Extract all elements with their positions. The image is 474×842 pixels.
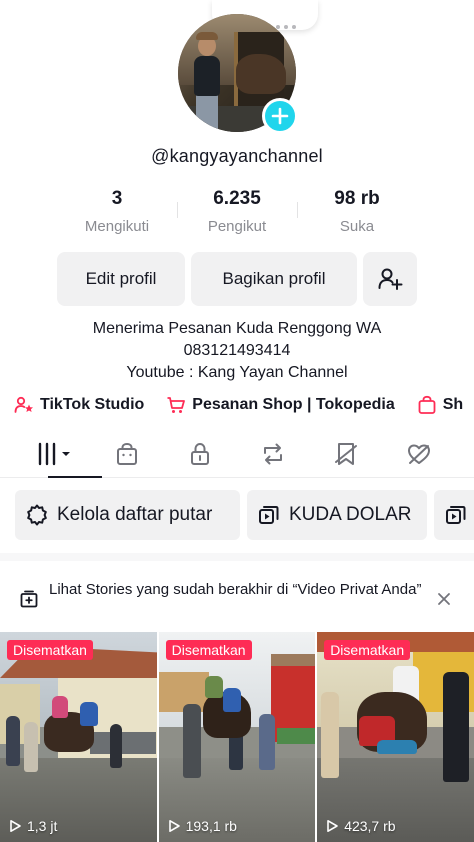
- add-friends-button[interactable]: [363, 252, 417, 306]
- shop-label-truncated: Sh: [442, 396, 464, 413]
- stat-divider: [176, 202, 178, 218]
- profile-action-buttons: Edit profil Bagikan profil: [57, 252, 417, 306]
- video-thumbnail[interactable]: Disematkan 1,3 jt: [0, 632, 157, 842]
- stat-divider: [296, 202, 298, 218]
- tiktok-studio-link[interactable]: TikTok Studio: [14, 395, 144, 415]
- followers-label: Pengikut: [207, 218, 267, 235]
- view-count-value: 193,1 rb: [185, 818, 237, 834]
- playlist-kuda-dolar[interactable]: KUDA DOLAR: [247, 490, 427, 540]
- bio-line: Youtube : Kang Yayan Channel: [126, 364, 348, 381]
- share-profile-button[interactable]: Bagikan profil: [191, 252, 357, 306]
- playlist-chips: Kelola daftar putar KUDA DOLAR: [15, 490, 474, 540]
- view-count: 193,1 rb: [167, 818, 237, 834]
- favorites-icon: [334, 442, 357, 465]
- tab-private[interactable]: [163, 430, 236, 477]
- shop-bag-icon: [418, 395, 436, 414]
- add-story-button[interactable]: [262, 98, 298, 134]
- stat-followers[interactable]: 6.235 Pengikut: [182, 188, 292, 235]
- username: @kangyayanchannel: [151, 146, 323, 166]
- plus-icon: [271, 107, 289, 125]
- playlist-more[interactable]: [434, 490, 474, 540]
- tab-favorites[interactable]: [309, 430, 382, 477]
- videos-grid-icon: [38, 442, 70, 465]
- edit-profile-button[interactable]: Edit profil: [57, 252, 185, 306]
- repost-icon: [263, 443, 282, 464]
- stat-following[interactable]: 3 Mengikuti: [62, 188, 172, 235]
- manage-playlists-button[interactable]: Kelola daftar putar: [15, 490, 240, 540]
- shopping-cart-icon: [167, 397, 186, 413]
- view-count: 1,3 jt: [8, 818, 57, 834]
- tiktok-studio-label: TikTok Studio: [40, 396, 145, 413]
- video-thumbnail[interactable]: Disematkan 423,7 rb: [317, 632, 474, 842]
- studio-person-star-icon: [14, 396, 33, 413]
- add-user-icon: [378, 268, 403, 290]
- gear-icon: [27, 504, 47, 526]
- video-thumbnail[interactable]: Disematkan 193,1 rb: [158, 632, 316, 842]
- stories-add-icon: [20, 590, 38, 608]
- profile-stats: 3 Mengikuti 6.235 Pengikut 98 rb Suka: [62, 188, 412, 240]
- shop-bag-icon: [116, 442, 137, 465]
- lock-icon: [190, 442, 209, 465]
- play-outline-icon: [168, 820, 180, 832]
- shop-orders-link[interactable]: Pesanan Shop | Tokopedia: [166, 395, 395, 415]
- playlist-icon: [446, 506, 466, 524]
- play-outline-icon: [10, 820, 21, 832]
- liked-heart-icon: [407, 444, 430, 464]
- profile-links-row: TikTok Studio Pesanan Shop | Tokopedia S…: [14, 392, 463, 418]
- playlist-kuda-dolar-label: KUDA DOLAR: [289, 504, 412, 525]
- avatar-container[interactable]: [178, 14, 298, 134]
- likes-label: Suka: [339, 218, 375, 235]
- followers-count: 6.235: [213, 188, 261, 209]
- shop-orders-label: Pesanan Shop | Tokopedia: [192, 396, 395, 413]
- tab-shop[interactable]: [90, 430, 163, 477]
- bio-line: Menerima Pesanan Kuda Renggong WA: [92, 320, 382, 337]
- pinned-badge: Disematkan: [324, 640, 411, 660]
- profile-tabs: [0, 430, 474, 478]
- likes-count: 98 rb: [334, 188, 380, 209]
- bio-phone: 083121493414: [183, 342, 291, 359]
- view-count-value: 423,7 rb: [344, 818, 396, 834]
- shop-link-truncated[interactable]: Sh: [417, 395, 463, 415]
- tab-reposts[interactable]: [236, 430, 309, 477]
- stat-likes[interactable]: 98 rb Suka: [302, 188, 412, 235]
- view-count: 423,7 rb: [325, 818, 396, 834]
- video-grid: Disematkan 1,3 jt Disematkan 193,1 rb Di…: [0, 632, 474, 842]
- playlist-icon: [259, 506, 279, 524]
- close-icon[interactable]: [436, 591, 452, 607]
- tab-videos[interactable]: [20, 430, 102, 478]
- tab-liked[interactable]: [382, 430, 455, 477]
- profile-bio: Menerima Pesanan Kuda Renggong WA 083121…: [0, 318, 474, 384]
- pinned-badge: Disematkan: [165, 640, 252, 660]
- stories-notice-banner[interactable]: Lihat Stories yang sudah berakhir di “Vi…: [0, 553, 474, 631]
- following-count: 3: [111, 188, 123, 209]
- manage-playlists-label: Kelola daftar putar: [57, 504, 213, 525]
- play-outline-icon: [327, 820, 338, 832]
- following-label: Mengikuti: [84, 218, 150, 235]
- view-count-value: 1,3 jt: [27, 818, 58, 834]
- stories-notice-text: Lihat Stories yang sudah berakhir di “Vi…: [49, 581, 422, 598]
- pinned-badge: Disematkan: [7, 640, 93, 660]
